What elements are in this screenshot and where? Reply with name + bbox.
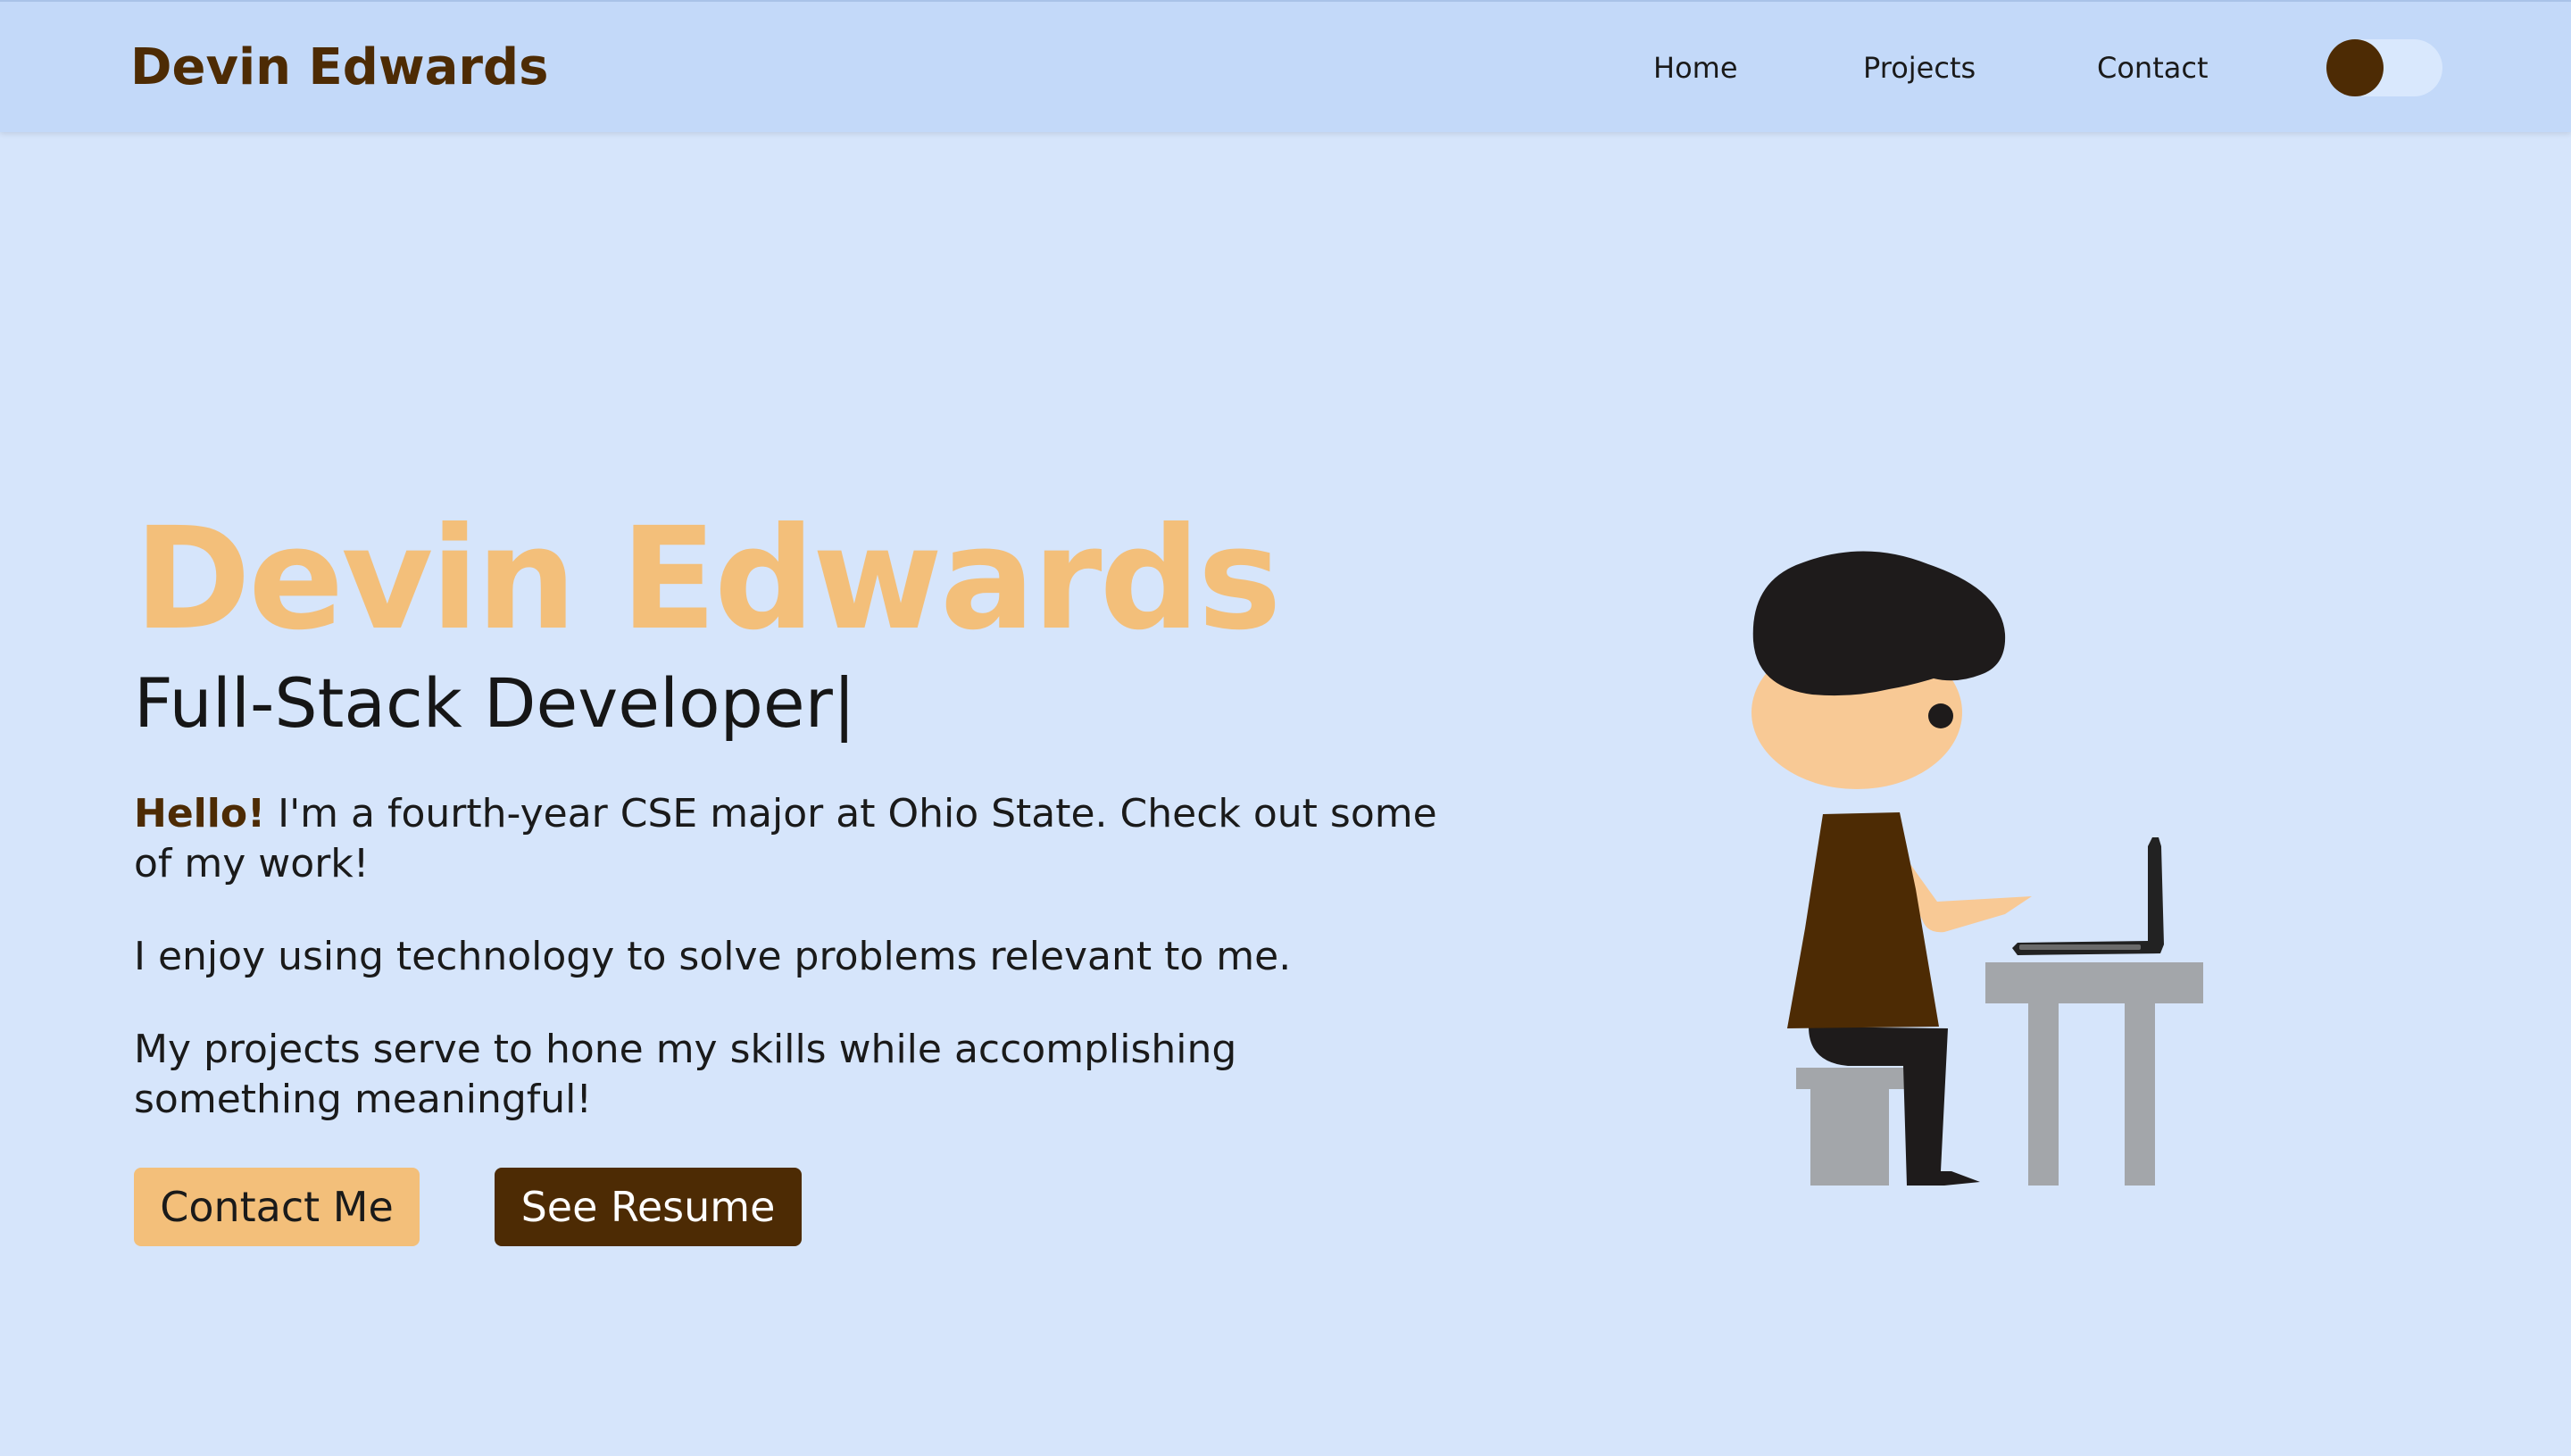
hello-highlight: Hello!	[134, 791, 266, 836]
laptop-graphic	[2012, 837, 2164, 955]
head-graphic	[1751, 551, 2006, 789]
intro-paragraph: Hello! I'm a fourth-year CSE major at Oh…	[134, 789, 1437, 889]
intro-text: I'm a fourth-year CSE major at Ohio Stat…	[134, 791, 1437, 886]
torso-graphic	[1787, 812, 1939, 1028]
paragraph-technology: I enjoy using technology to solve proble…	[134, 934, 1292, 979]
nav-contact-link[interactable]: Contact	[2097, 48, 2209, 87]
brand-logo[interactable]: Devin Edwards	[130, 36, 548, 100]
stool-graphic	[1796, 1068, 1905, 1186]
hero-role: Full-Stack Developer|	[134, 663, 856, 743]
see-resume-button[interactable]: See Resume	[495, 1168, 802, 1246]
theme-toggle-knob	[2326, 39, 2384, 96]
desk-graphic	[1985, 962, 2203, 1186]
navbar: Devin Edwards Home Projects Contact	[0, 0, 2571, 132]
contact-me-button[interactable]: Contact Me	[134, 1168, 420, 1246]
theme-toggle[interactable]	[2326, 39, 2442, 96]
developer-illustration	[1751, 551, 2203, 1186]
nav-projects-link[interactable]: Projects	[1863, 48, 1976, 87]
paragraph-projects: My projects serve to hone my skills whil…	[134, 1027, 1237, 1122]
hero-name: Devin Edwards	[134, 497, 1282, 661]
nav-home-link[interactable]: Home	[1653, 48, 1738, 87]
arm-graphic	[1905, 864, 2032, 933]
